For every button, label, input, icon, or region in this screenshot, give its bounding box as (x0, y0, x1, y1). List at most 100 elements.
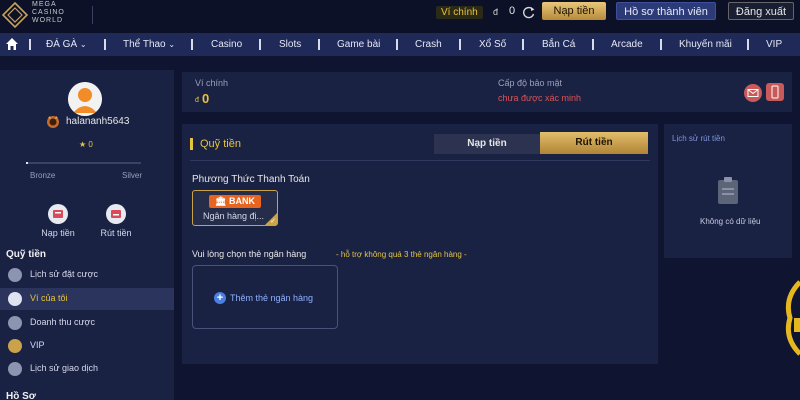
nav-item-label: Thể Thao (123, 39, 166, 50)
header-wallet-amount: 0 (509, 5, 516, 17)
nav-divider (396, 39, 398, 50)
star-count-value: 0 (88, 140, 93, 149)
nav-divider (259, 39, 261, 50)
vip-crown-icon (8, 339, 22, 353)
star-icon: ★ (79, 140, 87, 149)
tab-withdraw[interactable]: Rút tiền (540, 132, 648, 154)
main-nav: ĐÁ GÀ ⌄ Thể Thao ⌄ Casino Slots Game bài… (0, 33, 800, 56)
tier-progress-bar (26, 162, 141, 164)
logo-line: WORLD (32, 17, 64, 24)
bank-building-icon: 🏛 (215, 196, 227, 206)
nav-item-arcade[interactable]: Arcade (611, 33, 643, 56)
withdraw-history-title: Lịch sử rút tiền (672, 134, 725, 143)
logo-text: MEGA CASINO WORLD (32, 1, 65, 25)
sidebar-item-label: Ví của tôi (30, 293, 68, 303)
sidebar-item-label: Doanh thu cược (30, 317, 95, 327)
quick-deposit-button[interactable]: Nạp tiền (33, 204, 83, 238)
choose-bank-heading: Vui lòng chọn thẻ ngân hàng (192, 249, 307, 259)
nav-item-xo-so[interactable]: Xổ Số (479, 33, 506, 56)
member-profile-button[interactable]: Hồ sơ thành viên (616, 2, 716, 20)
nav-divider (29, 39, 31, 50)
nav-item-casino[interactable]: Casino (211, 33, 242, 56)
top-header: MEGA CASINO WORLD Ví chính đ 0 Nạp tiền … (0, 0, 800, 33)
nav-divider (522, 39, 524, 50)
tier-end-label: Silver (122, 171, 143, 180)
sidebar-item-label: Lịch sử đặt cược (30, 269, 98, 279)
nav-item-the-thao[interactable]: Thể Thao ⌄ (123, 33, 175, 56)
email-verify-icon[interactable] (744, 84, 762, 102)
transaction-history-icon (8, 362, 22, 376)
chevron-down-icon: ⌄ (79, 40, 87, 49)
section-profile-heading: Hồ Sơ (6, 391, 36, 400)
choose-bank-hint: - hỗ trợ không quá 3 thẻ ngân hàng - (336, 250, 467, 259)
funds-title: Quỹ tiền (200, 138, 241, 150)
security-status: chưa được xác minh (498, 93, 581, 103)
nav-divider (459, 39, 461, 50)
user-avatar-icon (68, 82, 102, 116)
promo-badge-icon (785, 280, 800, 356)
nav-divider (318, 39, 320, 50)
wallet-icon (8, 292, 22, 306)
mega-casino-logo[interactable]: MEGA CASINO WORLD (2, 0, 92, 30)
checkmark-icon: ✓ (270, 218, 276, 225)
nav-item-ban-ca[interactable]: Bắn Cá (542, 33, 575, 56)
logo-line: MEGA (32, 1, 57, 8)
nav-item-game-bai[interactable]: Game bài (337, 33, 380, 56)
tab-deposit[interactable]: Nạp tiền (434, 134, 540, 154)
bank-logo-icon: 🏛 BANK (209, 195, 261, 208)
security-level-label: Cấp độ bảo mật (498, 78, 563, 88)
quick-withdraw-label: Rút tiền (100, 228, 132, 238)
withdraw-wallet-icon (106, 204, 126, 224)
bank-method-option[interactable]: 🏛 BANK Ngân hàng đị... ✓ (192, 190, 278, 226)
account-sidebar: halananh5643 ★ 0 Bronze Silver Nạp tiền … (0, 70, 174, 400)
bank-logo-text: BANK (228, 196, 255, 206)
empty-state-text: Không có dữ liệu (700, 217, 761, 226)
title-accent-bar (190, 138, 193, 150)
nav-item-khuyen-mai[interactable]: Khuyến mãi (679, 33, 732, 56)
logout-button[interactable]: Đăng xuất (728, 2, 794, 20)
sidebar-item-transaction-history[interactable]: Lịch sử giao dịch (0, 358, 174, 380)
sidebar-item-bet-history[interactable]: Lịch sử đặt cược (0, 264, 174, 286)
quick-withdraw-button[interactable]: Rút tiền (91, 204, 141, 238)
header-wallet-currency: đ (493, 7, 499, 17)
quick-deposit-label: Nạp tiền (41, 228, 75, 238)
nav-item-label: ĐÁ GÀ (46, 39, 78, 50)
nav-item-da-ga[interactable]: ĐÁ GÀ ⌄ (46, 33, 87, 56)
nav-item-vip[interactable]: VIP (766, 33, 782, 56)
add-bank-card-label: Thêm thẻ ngân hàng (230, 293, 314, 303)
avatar[interactable] (68, 82, 102, 116)
nav-divider (660, 39, 662, 50)
payment-method-heading: Phương Thức Thanh Toán (192, 174, 310, 185)
sidebar-item-my-wallet[interactable]: Ví của tôi (0, 288, 174, 310)
username: halananh5643 (66, 116, 130, 127)
sidebar-item-vip[interactable]: VIP (0, 335, 174, 357)
nav-divider (104, 39, 106, 50)
title-divider (190, 160, 650, 161)
phone-verify-icon[interactable] (766, 83, 784, 101)
vip-star-count: ★ 0 (79, 140, 93, 149)
main-wallet-amount: 0 (202, 91, 210, 106)
add-bank-card-button[interactable]: + Thêm thẻ ngân hàng (192, 265, 338, 329)
refresh-icon[interactable] (522, 5, 536, 19)
main-wallet-label: Ví chính (195, 78, 229, 88)
funds-panel: Quỹ tiền Nạp tiền Rút tiền Phương Thức T… (182, 124, 658, 364)
section-funds-heading: Quỹ tiền (6, 249, 47, 260)
nav-divider (592, 39, 594, 50)
rank-badge-icon (47, 116, 59, 128)
sidebar-item-bet-revenue[interactable]: Doanh thu cược (0, 312, 174, 334)
chevron-down-icon: ⌄ (168, 40, 176, 49)
logo-divider (92, 6, 93, 24)
withdraw-history-panel: Lịch sử rút tiền Không có dữ liệu (664, 124, 792, 258)
sidebar-item-label: Lịch sử giao dịch (30, 363, 99, 373)
nav-divider (191, 39, 193, 50)
nav-item-crash[interactable]: Crash (415, 33, 442, 56)
nav-divider (747, 39, 749, 50)
plus-icon: + (214, 292, 226, 304)
nav-item-slots[interactable]: Slots (279, 33, 301, 56)
deposit-wallet-icon (48, 204, 68, 224)
home-icon[interactable] (5, 37, 19, 51)
header-deposit-button[interactable]: Nạp tiền (542, 2, 606, 20)
empty-clipboard-icon (718, 177, 738, 204)
revenue-icon (8, 316, 22, 330)
tier-progress-fill (26, 162, 29, 164)
